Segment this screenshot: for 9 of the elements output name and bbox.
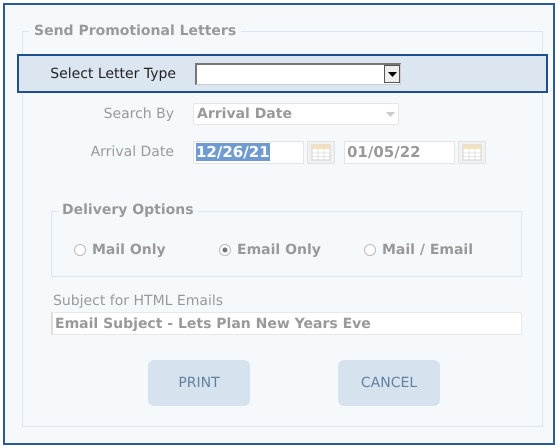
calendar-icon[interactable] [307,140,335,164]
field-label: Arrival Date [90,144,175,160]
calendar-icon[interactable] [458,140,486,164]
group-title: Delivery Options [58,202,198,218]
field-label: Subject for HTML Emails [53,293,224,309]
caret-icon[interactable] [384,65,400,83]
field-label: Search By [102,106,175,122]
field-label: Select Letter Type [49,66,177,82]
letter-type-dropdown[interactable] [195,62,401,84]
